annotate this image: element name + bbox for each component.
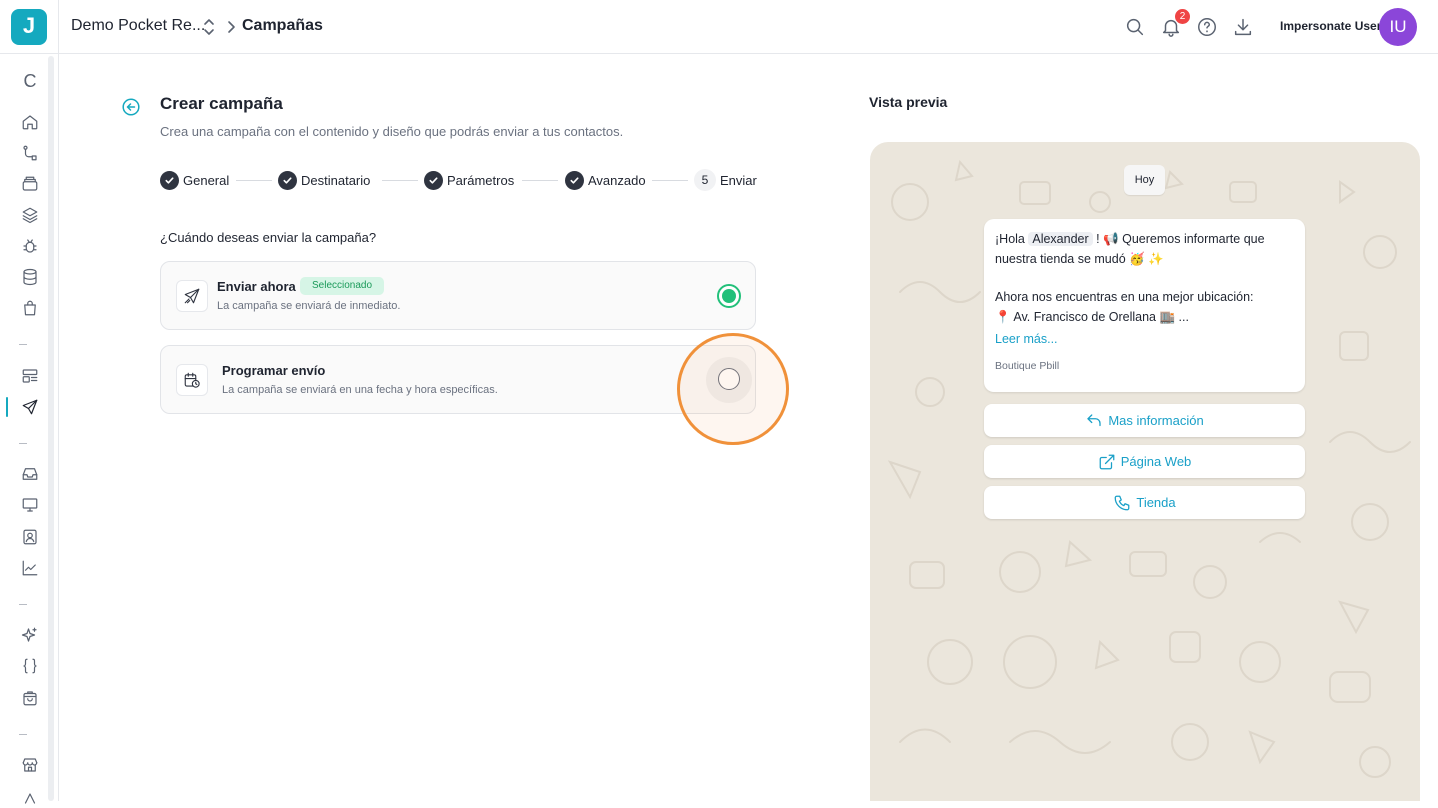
sidebar-separator: [19, 443, 27, 444]
option-description: La campaña se enviará de inmediato.: [217, 300, 401, 312]
bag-icon[interactable]: [19, 297, 41, 319]
whatsapp-preview: Hoy ¡Hola Alexander ! 📢 Queremos informa…: [870, 142, 1420, 801]
collapse-icon[interactable]: C: [19, 70, 41, 92]
message-line: ¡Hola Alexander ! 📢 Queremos informarte …: [995, 232, 1265, 247]
step-enviar[interactable]: 5 Enviar: [694, 169, 757, 191]
page-subtitle: Crea una campaña con el contenido y dise…: [160, 124, 624, 139]
user-name[interactable]: Impersonate User: [1280, 19, 1381, 33]
step-avanzado[interactable]: Avanzado: [565, 170, 646, 190]
message-footer: Boutique Pbill: [995, 360, 1060, 372]
wa-button-store[interactable]: Tienda: [984, 486, 1305, 519]
step-label: Avanzado: [588, 172, 646, 188]
sparkles-icon[interactable]: [19, 624, 41, 646]
step-destinatario[interactable]: Destinatario: [278, 170, 370, 190]
step-label: General: [183, 172, 230, 188]
step-connector: [652, 180, 688, 181]
check-icon: [160, 170, 179, 190]
store-icon[interactable]: [19, 754, 41, 776]
app-logo[interactable]: J: [11, 9, 47, 45]
step-label: Enviar: [720, 172, 757, 188]
back-arrow-icon[interactable]: [122, 98, 140, 116]
date-chip: Hoy: [1124, 165, 1165, 195]
wa-button-label: Mas información: [1108, 413, 1204, 428]
chevron-up-down-icon[interactable]: [201, 17, 217, 37]
sidebar-separator: [19, 734, 27, 735]
sidebar: J C: [0, 0, 59, 804]
search-icon[interactable]: [1124, 16, 1146, 38]
wa-button-more-info[interactable]: Mas información: [984, 404, 1305, 437]
phone-icon: [1114, 495, 1130, 510]
option-send-now[interactable]: Enviar ahora Seleccionado La campaña se …: [160, 261, 756, 330]
home-icon[interactable]: [19, 111, 41, 133]
chart-icon[interactable]: [19, 557, 41, 579]
step-label: Parámetros: [447, 172, 515, 188]
wa-button-label: Página Web: [1120, 454, 1192, 469]
collapse-glyph: C: [23, 70, 37, 91]
active-indicator: [6, 397, 8, 417]
sidebar-scrollbar[interactable]: [48, 56, 54, 801]
inbox-icon[interactable]: [19, 463, 41, 485]
step-general[interactable]: General: [160, 170, 229, 190]
page-title: Crear campaña: [160, 94, 283, 113]
shopping-bag-icon[interactable]: [19, 687, 41, 709]
notification-badge: 2: [1175, 9, 1190, 24]
archive-icon[interactable]: [19, 173, 41, 195]
option-title: Enviar ahora: [217, 279, 296, 294]
check-icon: [278, 170, 297, 190]
send-icon[interactable]: [19, 396, 41, 418]
breadcrumb-current: Campañas: [242, 17, 323, 34]
click-highlight: [677, 333, 789, 445]
message-line: 📍 Av. Francisco de Orellana 🏬 ...: [995, 310, 1189, 324]
message-bubble: ¡Hola Alexander ! 📢 Queremos informarte …: [984, 219, 1305, 392]
chevron-right-icon: [228, 21, 235, 33]
database-icon[interactable]: [19, 266, 41, 288]
avatar[interactable]: IU: [1379, 8, 1417, 46]
step-connector: [382, 180, 418, 181]
read-more-link[interactable]: Leer más...: [995, 332, 1058, 346]
sidebar-separator: [19, 604, 27, 605]
send-question: ¿Cuándo deseas enviar la campaña?: [160, 230, 377, 245]
option-title: Programar envío: [222, 363, 326, 378]
check-icon: [424, 170, 443, 190]
contact-icon[interactable]: [19, 526, 41, 548]
layers-icon[interactable]: [19, 204, 41, 226]
check-icon: [565, 170, 584, 190]
calendar-clock-icon: [176, 364, 208, 396]
wa-button-website[interactable]: Página Web: [984, 445, 1305, 478]
option-schedule[interactable]: Programar envío La campaña se enviará en…: [160, 345, 756, 414]
radio-send-now[interactable]: [717, 284, 741, 308]
step-number: 5: [694, 169, 716, 191]
template-icon[interactable]: [19, 365, 41, 387]
message-line: nuestra tienda se mudó 🥳 ✨: [995, 252, 1164, 266]
greeting-text: ¡Hola: [995, 232, 1025, 246]
variable-chip: Alexander: [1028, 232, 1093, 246]
wa-button-label: Tienda: [1136, 495, 1176, 510]
step-connector: [236, 180, 272, 181]
selected-badge: Seleccionado: [300, 277, 385, 295]
help-icon[interactable]: [1196, 16, 1218, 38]
step-connector: [522, 180, 558, 181]
reply-icon: [1087, 413, 1101, 426]
settings-icon[interactable]: [19, 786, 41, 808]
flow-icon[interactable]: [19, 142, 41, 164]
greeting-suffix: ! 📢 Queremos informarte que: [1096, 232, 1265, 246]
preview-label: Vista previa: [869, 94, 948, 110]
option-description: La campaña se enviará en una fecha y hor…: [222, 384, 498, 396]
paper-plane-icon: [176, 280, 208, 312]
monitor-icon[interactable]: [19, 494, 41, 516]
bug-icon[interactable]: [19, 235, 41, 257]
top-bar: Demo Pocket Re... Campañas 2 Impersonate…: [59, 0, 1438, 54]
braces-icon[interactable]: [19, 655, 41, 677]
message-line: Ahora nos encuentras en una mejor ubicac…: [995, 290, 1254, 304]
external-link-icon: [1099, 454, 1115, 469]
sidebar-separator: [19, 344, 27, 345]
workspace-name[interactable]: Demo Pocket Re...: [71, 17, 205, 35]
step-parametros[interactable]: Parámetros: [424, 170, 514, 190]
download-icon[interactable]: [1232, 16, 1254, 38]
step-label: Destinatario: [301, 172, 371, 188]
sidebar-divider: [0, 53, 59, 54]
